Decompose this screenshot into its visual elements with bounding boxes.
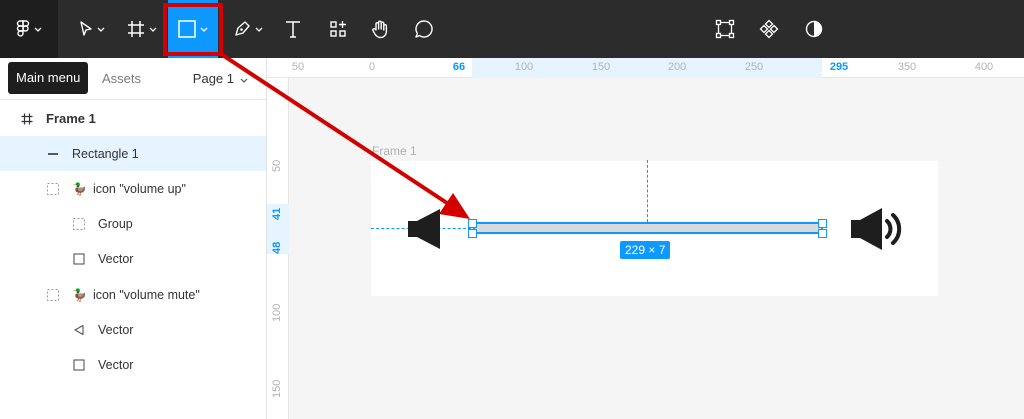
design-canvas[interactable]: Frame 1 229 × 7 bbox=[289, 78, 1024, 419]
pen-tool-button[interactable] bbox=[228, 0, 268, 58]
hand-tool-button[interactable] bbox=[367, 0, 393, 58]
text-tool-button[interactable] bbox=[280, 0, 306, 58]
layer-label: Group bbox=[98, 216, 133, 231]
chevron-down-icon bbox=[149, 27, 157, 32]
chevron-down-icon bbox=[34, 27, 42, 32]
chevron-down-icon bbox=[97, 27, 105, 32]
vertical-ruler: 50 41 48 100 150 bbox=[267, 78, 289, 419]
figma-logo-icon bbox=[16, 20, 30, 38]
chevron-down-icon bbox=[200, 27, 208, 32]
layer-label: Vector bbox=[98, 251, 134, 266]
layer-icon-volume-up[interactable]: 🦆 icon "volume up" bbox=[0, 171, 266, 206]
ruler-tick: 100 bbox=[514, 61, 534, 73]
layer-label: Rectangle 1 bbox=[72, 146, 139, 161]
component-diamond-icon bbox=[759, 19, 779, 39]
ruler-tick: 48 bbox=[271, 241, 283, 254]
layer-label: Vector bbox=[98, 357, 134, 372]
components-button[interactable] bbox=[756, 0, 782, 58]
resources-tool-button[interactable] bbox=[325, 0, 351, 58]
resize-handle-bottom-left[interactable] bbox=[468, 229, 477, 238]
page-selector[interactable]: Page 1 bbox=[193, 71, 248, 86]
duck-emoji-icon: 🦆 bbox=[72, 181, 87, 196]
ruler-tick: 400 bbox=[974, 61, 994, 73]
resize-handle-bottom-right[interactable] bbox=[818, 229, 827, 238]
ruler-tick: 150 bbox=[271, 379, 283, 398]
frame-hash-icon bbox=[127, 20, 145, 38]
layer-rectangle-1[interactable]: Rectangle 1 bbox=[0, 136, 266, 171]
dashed-frame-icon bbox=[72, 217, 86, 231]
layer-vector[interactable]: Vector bbox=[0, 312, 266, 347]
hand-icon bbox=[370, 19, 390, 39]
horizontal-ruler: 50 0 66 100 150 200 250 295 350 400 bbox=[267, 58, 1024, 78]
rectangle-icon bbox=[178, 20, 196, 38]
resize-handle-top-left[interactable] bbox=[468, 219, 477, 228]
ruler-tick: 50 bbox=[271, 159, 283, 172]
dashed-frame-icon bbox=[46, 182, 60, 196]
ruler-tick: 150 bbox=[591, 61, 611, 73]
frame-label[interactable]: Frame 1 bbox=[372, 144, 417, 158]
layer-vector[interactable]: Vector bbox=[0, 347, 266, 382]
volume-up-icon[interactable] bbox=[849, 206, 909, 252]
layer-label: Frame 1 bbox=[46, 111, 96, 126]
edit-object-button[interactable] bbox=[712, 0, 738, 58]
layer-vector[interactable]: Vector bbox=[0, 241, 266, 276]
layer-group[interactable]: Group bbox=[0, 206, 266, 241]
contrast-icon bbox=[805, 20, 823, 38]
pen-icon bbox=[233, 20, 251, 38]
ruler-tick: 350 bbox=[897, 61, 917, 73]
rectangle-tool-button[interactable] bbox=[168, 0, 218, 58]
main-menu-button[interactable] bbox=[0, 0, 58, 58]
resources-icon bbox=[329, 20, 347, 38]
frame-hash-icon bbox=[20, 112, 34, 126]
vector-nodes-icon bbox=[715, 19, 735, 39]
layer-frame-1[interactable]: Frame 1 bbox=[0, 101, 266, 136]
comment-tool-button[interactable] bbox=[411, 0, 437, 58]
tab-assets[interactable]: Assets bbox=[102, 71, 141, 86]
layers-panel: Assets Page 1 Frame 1 Rectangle 1 🦆 icon… bbox=[0, 58, 267, 419]
chevron-down-icon bbox=[240, 71, 248, 86]
size-badge: 229 × 7 bbox=[620, 241, 671, 259]
ruler-tick: 41 bbox=[271, 207, 283, 220]
measurement-guide-vertical bbox=[647, 160, 648, 222]
rectangle-1[interactable] bbox=[473, 222, 823, 234]
move-tool-button[interactable] bbox=[72, 0, 112, 58]
ruler-tick: 50 bbox=[291, 61, 305, 73]
ruler-tick: 0 bbox=[368, 61, 376, 73]
text-icon bbox=[285, 20, 301, 38]
contrast-button[interactable] bbox=[801, 0, 827, 58]
layer-label: icon "volume mute" bbox=[92, 287, 200, 302]
comment-bubble-icon bbox=[414, 19, 434, 39]
ruler-tick: 100 bbox=[271, 303, 283, 322]
layer-icon-volume-mute[interactable]: 🦆 icon "volume mute" bbox=[0, 277, 266, 312]
ruler-tick: 250 bbox=[744, 61, 764, 73]
ruler-tick: 295 bbox=[829, 61, 849, 73]
main-menu-tooltip: Main menu bbox=[8, 62, 89, 94]
page-selector-label: Page 1 bbox=[192, 71, 234, 86]
resize-handle-top-right[interactable] bbox=[818, 219, 827, 228]
duck-emoji-icon: 🦆 bbox=[72, 287, 87, 302]
layer-label: Vector bbox=[98, 322, 134, 337]
ruler-tick: 66 bbox=[452, 61, 466, 73]
cursor-icon bbox=[79, 21, 93, 37]
chevron-down-icon bbox=[255, 27, 263, 32]
square-icon bbox=[72, 252, 86, 266]
dashed-frame-icon bbox=[46, 288, 60, 302]
layer-label: icon "volume up" bbox=[92, 181, 186, 196]
volume-mute-icon[interactable] bbox=[406, 208, 444, 250]
ruler-tick: 200 bbox=[667, 61, 687, 73]
square-icon bbox=[72, 358, 86, 372]
toolbar bbox=[0, 0, 1024, 58]
line-icon bbox=[46, 147, 60, 161]
triangle-left-icon bbox=[72, 323, 86, 337]
frame-tool-button[interactable] bbox=[122, 0, 162, 58]
